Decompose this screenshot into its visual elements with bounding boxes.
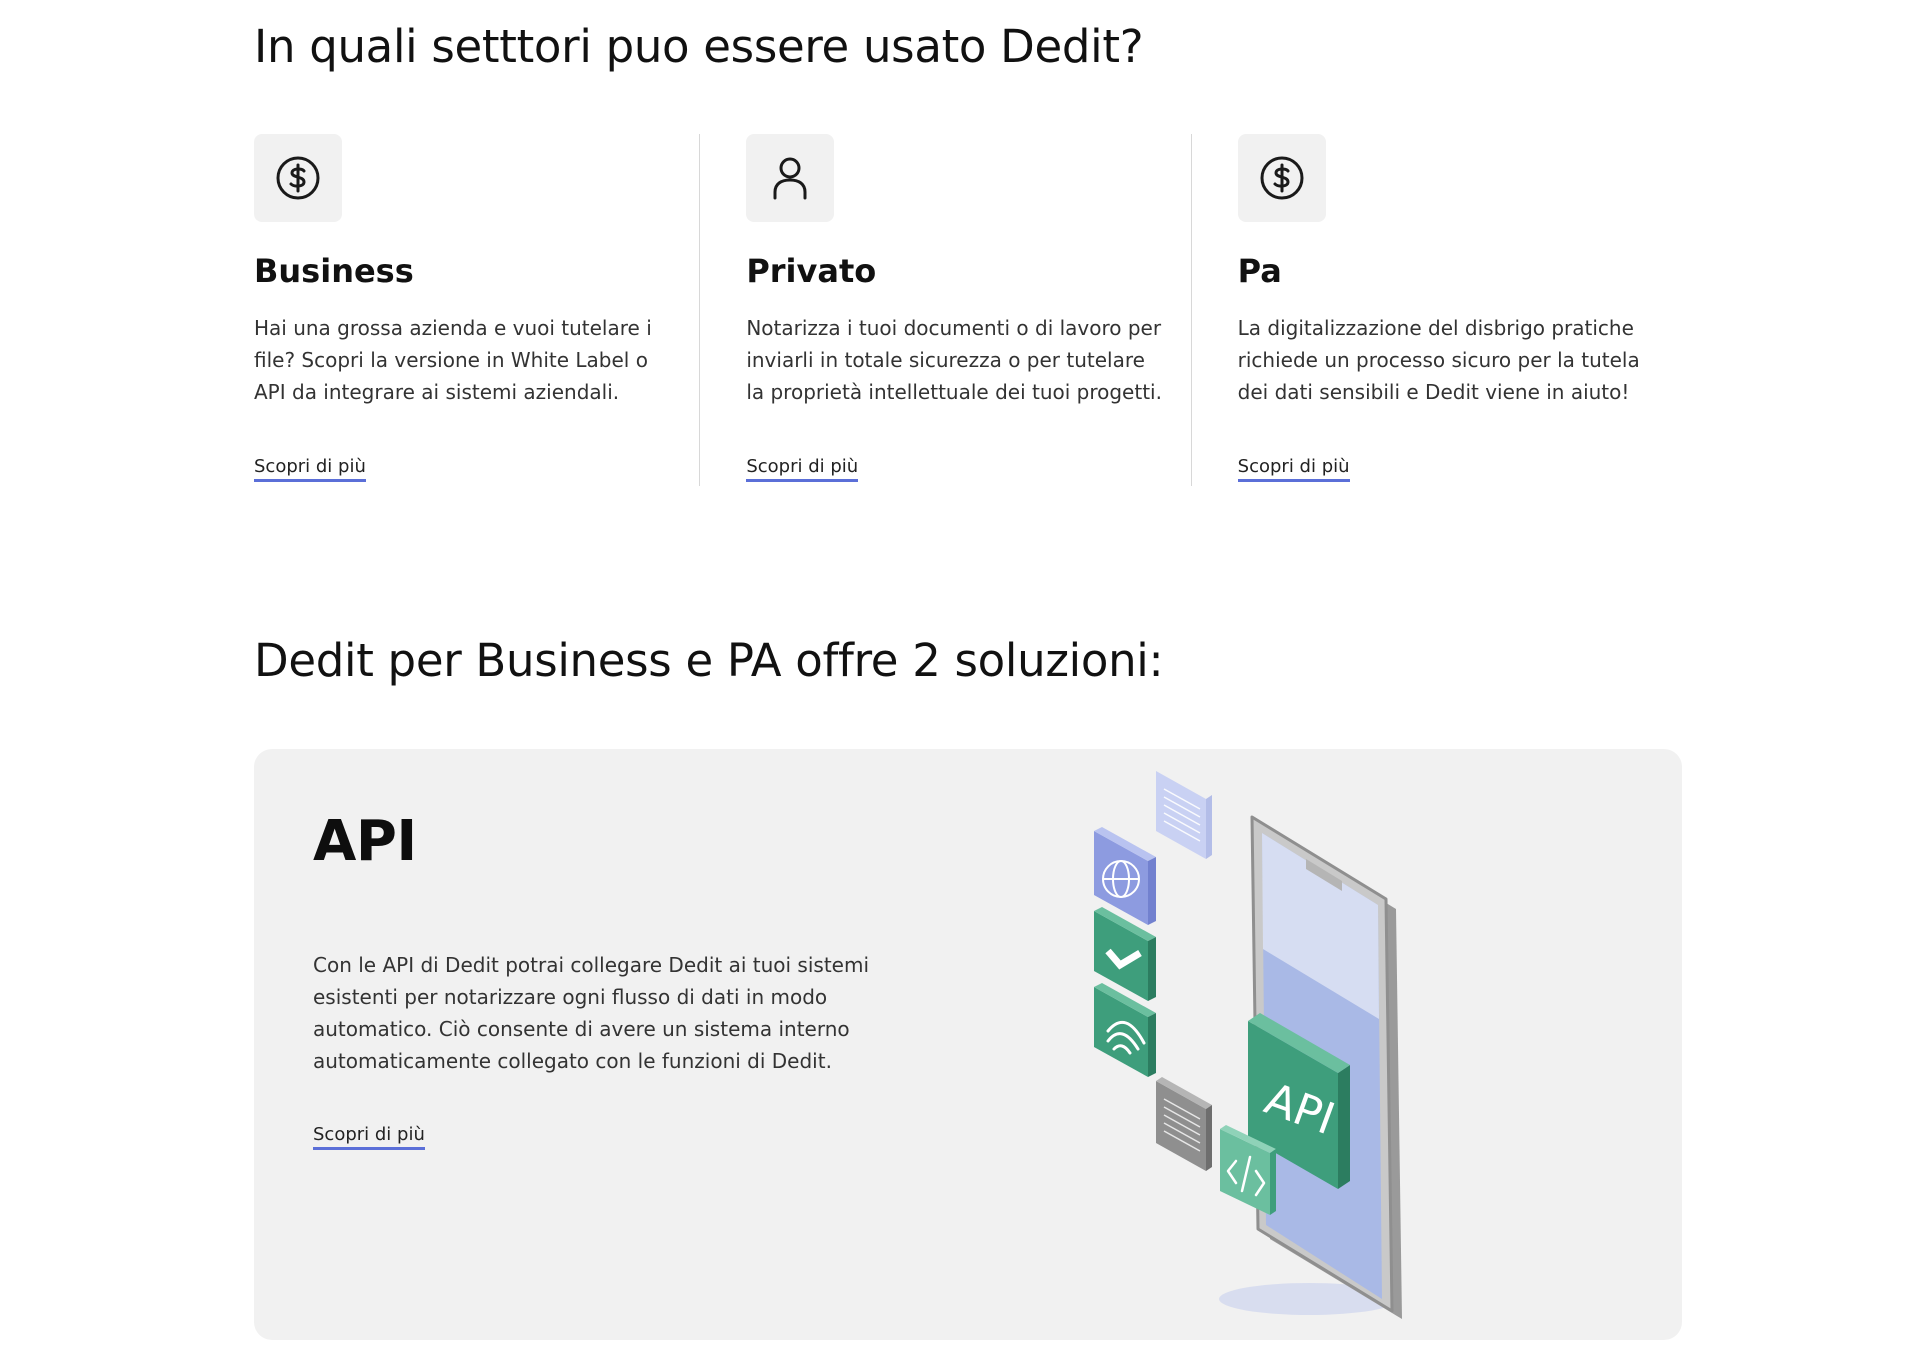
- solutions-title: Dedit per Business e PA offre 2 soluzion…: [254, 634, 1164, 687]
- sector-description: Hai una grossa azienda e vuoi tutelare i…: [254, 316, 652, 404]
- sector-privato: Privato Notarizza i tuoi documenti o di …: [699, 134, 1190, 486]
- sector-title: Pa: [1237, 252, 1282, 290]
- sector-description: La digitalizzazione del disbrigo pratich…: [1237, 316, 1640, 404]
- dollar-circle-icon: [1237, 134, 1326, 222]
- pa-more-link[interactable]: Scopri di più: [1237, 456, 1350, 482]
- dollar-circle-icon: [254, 134, 342, 222]
- sector-pa: Pa La digitalizzazione del disbrigo prat…: [1190, 134, 1682, 486]
- user-icon: [746, 134, 835, 222]
- api-more-link[interactable]: Scopri di più: [313, 1124, 425, 1150]
- privato-more-link[interactable]: Scopri di più: [746, 456, 859, 482]
- sectors-title: In quali setttori puo essere usato Dedit…: [254, 20, 1144, 73]
- api-solution-card: API Con le API di Dedit potrai collegare…: [254, 749, 1682, 1340]
- sector-title: Business: [254, 252, 414, 290]
- api-phone-illustration: API: [1094, 771, 1402, 1319]
- business-more-link[interactable]: Scopri di più: [254, 456, 366, 482]
- sector-description: Notarizza i tuoi documenti o di lavoro p…: [746, 316, 1162, 404]
- sector-title: Privato: [746, 252, 877, 290]
- sectors-grid: Business Hai una grossa azienda e vuoi t…: [254, 134, 1682, 486]
- api-card-title: API: [313, 809, 417, 874]
- api-card-description: Con le API di Dedit potrai collegare Ded…: [313, 953, 870, 1073]
- sector-business: Business Hai una grossa azienda e vuoi t…: [254, 134, 699, 486]
